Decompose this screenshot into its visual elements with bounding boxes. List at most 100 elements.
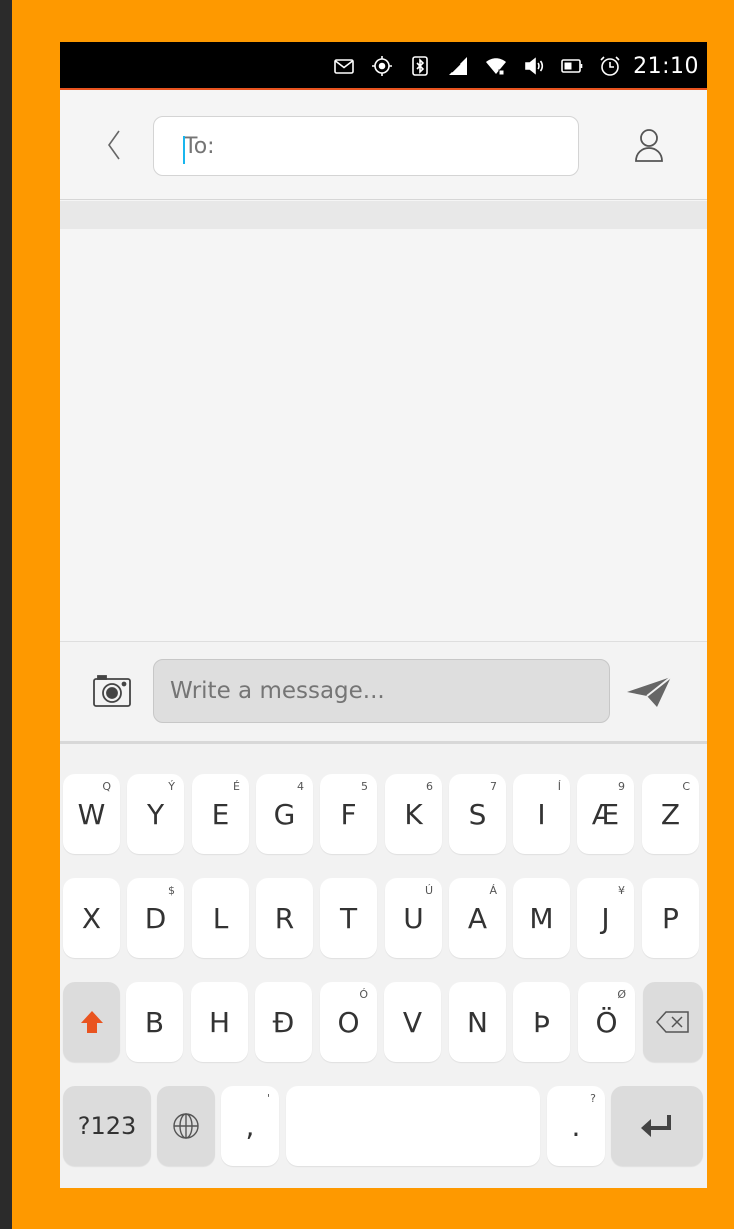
key-label: Z xyxy=(660,797,681,831)
key-label: V xyxy=(402,1005,423,1039)
key[interactable]: ÚU xyxy=(385,878,442,958)
key-hint: Ø xyxy=(617,988,626,1001)
volume-icon xyxy=(519,51,549,81)
symbols-key-label: ?123 xyxy=(77,1112,137,1140)
key-label: Þ xyxy=(533,1005,550,1039)
key[interactable]: V xyxy=(384,982,441,1062)
globe-icon xyxy=(173,1113,199,1139)
key-label: T xyxy=(339,901,358,935)
key[interactable]: ÉE xyxy=(192,774,249,854)
status-bar[interactable]: 21:10 xyxy=(60,42,707,90)
key[interactable]: 9Æ xyxy=(577,774,634,854)
key[interactable]: ÓO xyxy=(320,982,377,1062)
comma-key[interactable]: ' , xyxy=(221,1086,279,1166)
compose-header xyxy=(60,90,707,200)
backspace-icon xyxy=(656,1011,689,1033)
key-label: O xyxy=(337,1005,360,1039)
enter-icon xyxy=(641,1115,671,1137)
key[interactable]: ØÖ xyxy=(578,982,635,1062)
comma-key-label: , xyxy=(245,1109,255,1143)
key[interactable]: L xyxy=(192,878,249,958)
key[interactable]: B xyxy=(126,982,183,1062)
key[interactable]: $ D xyxy=(127,878,184,958)
key-hint: 5 xyxy=(361,780,368,793)
key-label: F xyxy=(340,797,357,831)
key[interactable]: ÍI xyxy=(513,774,570,854)
key-label: D xyxy=(144,901,167,935)
shift-arrow-icon xyxy=(80,1011,103,1033)
chevron-left-icon xyxy=(108,130,120,160)
key[interactable]: R xyxy=(256,878,313,958)
back-button[interactable] xyxy=(94,120,134,170)
key-hint: Ý xyxy=(168,780,175,793)
message-input[interactable] xyxy=(153,659,610,723)
key-hint: 9 xyxy=(618,780,625,793)
key[interactable]: 4G xyxy=(256,774,313,854)
recipient-input[interactable] xyxy=(153,116,579,176)
key-hint: Q xyxy=(102,780,111,793)
key[interactable]: QW xyxy=(63,774,120,854)
key[interactable]: H xyxy=(191,982,248,1062)
key[interactable]: N xyxy=(449,982,506,1062)
attach-photo-button[interactable] xyxy=(90,672,134,712)
key[interactable]: 5F xyxy=(320,774,377,854)
backspace-key[interactable] xyxy=(643,982,703,1062)
period-key-label: . xyxy=(571,1109,581,1143)
key-hint: 6 xyxy=(426,780,433,793)
key-label: A xyxy=(467,901,488,935)
key-label: P xyxy=(662,901,679,935)
key-label: G xyxy=(273,797,296,831)
key-label: K xyxy=(404,797,423,831)
key-label: Đ xyxy=(272,1005,295,1039)
signal-icon xyxy=(443,51,473,81)
key[interactable]: Đ xyxy=(255,982,312,1062)
enter-key[interactable] xyxy=(611,1086,703,1166)
key[interactable]: Þ xyxy=(513,982,570,1062)
contact-icon xyxy=(635,129,663,162)
key[interactable]: 6K xyxy=(385,774,442,854)
key-label: M xyxy=(529,901,554,935)
key[interactable]: X xyxy=(63,878,120,958)
camera-icon xyxy=(93,675,131,707)
key-hint: Á xyxy=(489,884,497,897)
shift-key[interactable] xyxy=(63,982,120,1062)
bluetooth-icon xyxy=(405,51,435,81)
key-label: N xyxy=(467,1005,488,1039)
key-label: J xyxy=(601,901,610,935)
key[interactable]: ÝY xyxy=(127,774,184,854)
key[interactable]: ¥ J xyxy=(577,878,634,958)
location-icon xyxy=(367,51,397,81)
send-icon xyxy=(627,676,672,707)
key-hint: 7 xyxy=(490,780,497,793)
symbols-key[interactable]: ?123 xyxy=(63,1086,151,1166)
period-key-hint: ? xyxy=(590,1092,596,1105)
key[interactable]: CZ xyxy=(642,774,699,854)
send-button[interactable] xyxy=(624,670,674,714)
key-hint: 4 xyxy=(297,780,304,793)
space-key[interactable] xyxy=(286,1086,540,1166)
key-label: S xyxy=(468,797,487,831)
key[interactable]: P xyxy=(642,878,699,958)
key[interactable]: T xyxy=(320,878,377,958)
key[interactable]: 7S xyxy=(449,774,506,854)
add-contact-button[interactable] xyxy=(626,122,672,168)
key[interactable]: ÁA xyxy=(449,878,506,958)
language-key[interactable] xyxy=(157,1086,215,1166)
period-key[interactable]: ? . xyxy=(547,1086,605,1166)
key-hint: C xyxy=(682,780,690,793)
key-label: B xyxy=(144,1005,165,1039)
text-caret xyxy=(183,136,185,164)
message-composer xyxy=(60,641,707,741)
key[interactable]: M xyxy=(513,878,570,958)
key-hint: Ó xyxy=(359,988,368,1001)
key-hint: Ú xyxy=(424,884,433,897)
key-hint: É xyxy=(233,780,240,793)
key-hint: $ xyxy=(168,884,175,897)
wifi-icon xyxy=(481,51,511,81)
key-label: W xyxy=(77,797,106,831)
key-label: H xyxy=(208,1005,231,1039)
clock-time: 21:10 xyxy=(633,53,699,79)
onscreen-keyboard: ?123 ' , ? . Q W Ý Y É E 4 G 5 F 6 K 7 S Í I 9 Æ C Z X $ D L R T Ú… xyxy=(60,741,707,1188)
alarm-icon xyxy=(595,51,625,81)
key-label: X xyxy=(81,901,102,935)
